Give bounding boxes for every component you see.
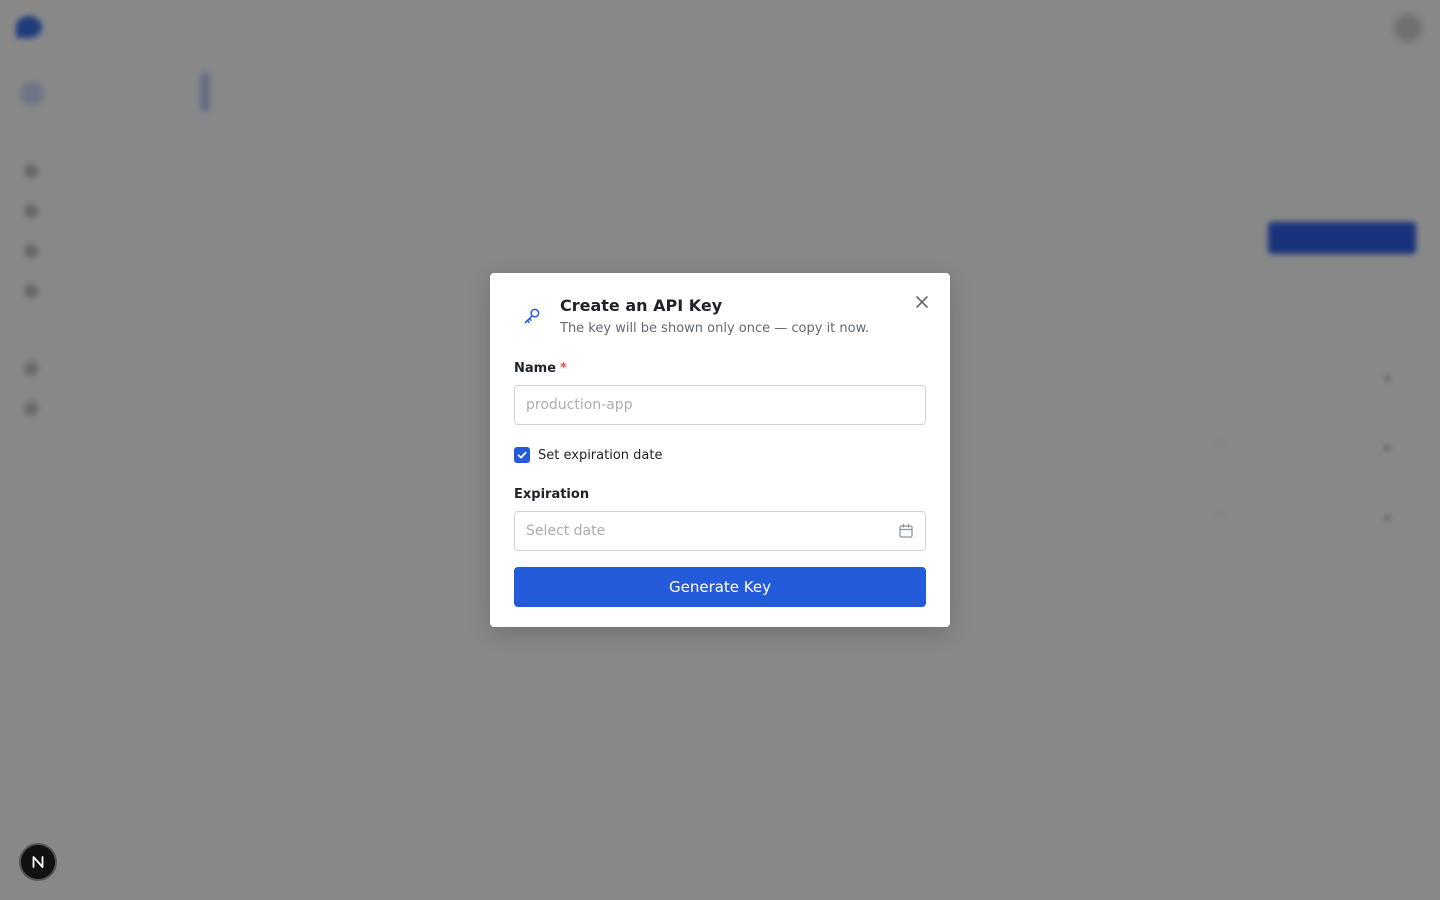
expiration-checkbox-label: Set expiration date: [538, 447, 663, 463]
expiration-field-label: Expiration: [514, 487, 590, 502]
dialog-subtitle: The key will be shown only once — copy i…: [560, 321, 870, 336]
checkmark-icon: [517, 451, 527, 459]
expiration-checkbox[interactable]: [514, 447, 530, 463]
date-picker-placeholder: Select date: [526, 523, 606, 539]
close-button[interactable]: [912, 292, 932, 312]
name-input[interactable]: [514, 385, 926, 425]
floating-n-badge[interactable]: [19, 843, 57, 881]
name-field-label: Name *: [514, 361, 567, 376]
expiration-checkbox-row[interactable]: Set expiration date: [514, 447, 662, 463]
name-label-text: Name: [514, 361, 557, 376]
create-api-key-dialog: Create an API Key The key will be shown …: [490, 273, 950, 627]
generate-key-button[interactable]: Generate Key: [514, 567, 926, 607]
required-marker: *: [560, 361, 567, 376]
key-icon: [524, 308, 540, 324]
expiration-date-picker[interactable]: Select date: [514, 511, 926, 551]
n-logo-icon: [32, 856, 44, 868]
calendar-icon: [899, 523, 913, 538]
close-icon: [916, 296, 928, 308]
dialog-title: Create an API Key: [560, 296, 723, 315]
